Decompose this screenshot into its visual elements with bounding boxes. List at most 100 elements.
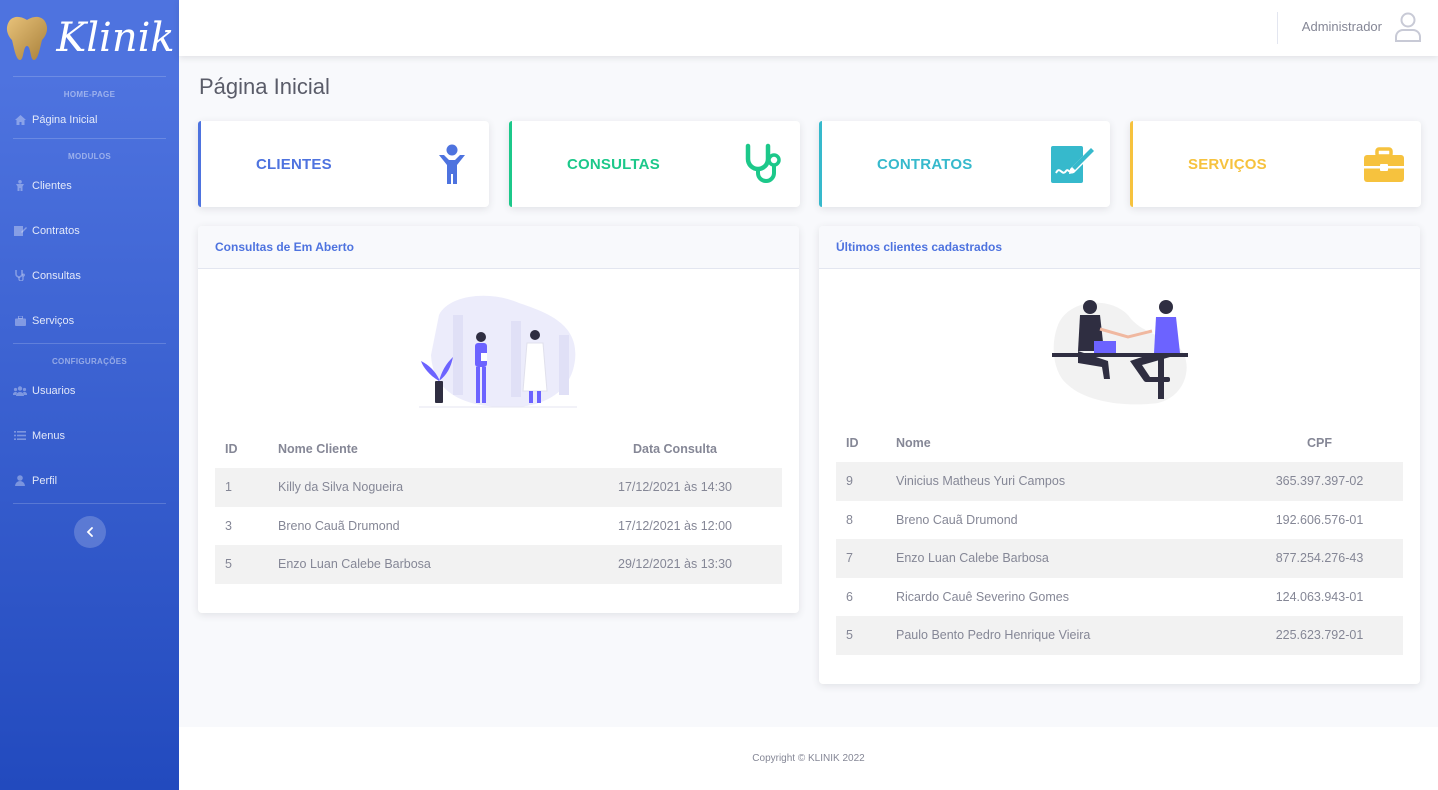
cell-id: 8 <box>846 512 853 527</box>
card-label: CLIENTES <box>256 156 332 173</box>
cell-name: Breno Cauã Drumond <box>896 512 1018 527</box>
card-label: SERVIÇOS <box>1188 156 1267 173</box>
cell-id: 5 <box>215 545 278 584</box>
sidebar-item-label: Usuarios <box>32 384 76 397</box>
cell-id: 7 <box>836 539 896 578</box>
sidebar-heading-modules: MODULOS <box>68 152 111 161</box>
sidebar-item-label: Perfil <box>32 474 58 487</box>
cell-id: 6 <box>846 589 853 604</box>
cell-id: 9 <box>836 462 896 501</box>
table-row[interactable]: 5 Paulo Bento Pedro Henrique Vieira 225.… <box>836 616 1403 655</box>
stethoscope-icon <box>13 270 27 281</box>
list-icon <box>13 431 27 440</box>
column-header-nome-cliente: Nome Cliente <box>278 442 358 456</box>
panel-consultas-em-aberto: Consultas de Em Aberto ID Nome Cliente D… <box>198 226 799 613</box>
cell-cpf: 877.254.276-43 <box>1236 539 1403 578</box>
card-clientes[interactable]: CLIENTES <box>198 121 489 207</box>
table-row[interactable]: 9 Vinicius Matheus Yuri Campos 365.397.3… <box>836 462 1403 501</box>
cell-id: 5 <box>836 616 896 655</box>
sidebar-divider <box>13 503 166 504</box>
card-consultas[interactable]: CONSULTAS <box>509 121 800 207</box>
table-row[interactable]: 8 Breno Cauã Drumond 192.606.576-01 <box>836 501 1403 540</box>
user-icon <box>13 475 27 486</box>
sidebar-item-menus[interactable]: Menus <box>0 413 179 458</box>
table-row[interactable]: 1 Killy da Silva Nogueira 17/12/2021 às … <box>215 468 782 507</box>
cell-name: Enzo Luan Calebe Barbosa <box>896 539 1236 578</box>
card-label: CONSULTAS <box>567 156 660 173</box>
table-header-row: ID Nome Cliente Data Consulta <box>215 430 782 468</box>
card-accent <box>198 121 201 207</box>
sidebar-item-label: Contratos <box>32 224 80 237</box>
child-icon <box>439 144 465 184</box>
column-header-cpf: CPF <box>1307 436 1332 450</box>
stethoscope-icon <box>745 143 781 183</box>
panel-title: Últimos clientes cadastrados <box>819 226 1420 269</box>
column-header-id: ID <box>225 442 238 456</box>
handshake-illustration <box>1052 300 1188 405</box>
table-header-row: ID Nome CPF <box>836 424 1403 462</box>
card-accent <box>1130 121 1133 207</box>
users-icon <box>13 385 27 396</box>
sidebar-item-label: Página Inicial <box>32 113 98 126</box>
sidebar-toggle-button[interactable] <box>73 516 106 548</box>
sidebar-item-label: Serviços <box>32 314 75 327</box>
card-contratos[interactable]: CONTRATOS <box>819 121 1110 207</box>
table-row[interactable]: 7 Enzo Luan Calebe Barbosa 877.254.276-4… <box>836 539 1403 578</box>
topbar-user-name[interactable]: Administrador <box>1302 19 1382 34</box>
cell-date: 17/12/2021 às 14:30 <box>568 468 782 507</box>
cell-name: Enzo Luan Calebe Barbosa <box>278 545 568 584</box>
cell-name: Paulo Bento Pedro Henrique Vieira <box>896 616 1236 655</box>
cell-cpf: 365.397.397-02 <box>1236 462 1403 501</box>
panel-ultimos-clientes: Últimos clientes cadastrados ID Nome CPF… <box>819 226 1420 684</box>
card-accent <box>819 121 822 207</box>
sidebar-item-pagina-inicial[interactable]: Página Inicial <box>0 101 179 138</box>
cell-cpf: 124.063.943-01 <box>1275 589 1364 604</box>
sidebar-item-consultas[interactable]: Consultas <box>0 253 179 298</box>
cell-name: Vinicius Matheus Yuri Campos <box>896 462 1236 501</box>
sidebar-item-label: Menus <box>32 429 66 442</box>
home-icon <box>13 114 27 125</box>
column-header-nome: Nome <box>896 436 931 450</box>
cell-id: 1 <box>215 468 278 507</box>
contract-signature-icon <box>1051 146 1095 183</box>
sidebar-item-perfil[interactable]: Perfil <box>0 458 179 503</box>
table-row[interactable]: 6 Ricardo Cauê Severino Gomes 124.063.94… <box>836 578 1403 617</box>
topbar-divider <box>1277 12 1278 44</box>
footer: Copyright © KLINIK 2022 <box>179 727 1438 790</box>
brand[interactable]: Klinik <box>0 0 179 76</box>
sidebar-item-contratos[interactable]: Contratos <box>0 208 179 253</box>
sidebar-item-label: Clientes <box>32 179 72 192</box>
page-title: Página Inicial <box>199 74 330 99</box>
sidebar-heading-home: HOME-PAGE <box>63 90 116 99</box>
chevron-left-icon <box>86 527 93 537</box>
briefcase-icon <box>1364 147 1404 182</box>
cell-id: 3 <box>225 518 232 533</box>
clientes-table: ID Nome CPF 9 Vinicius Matheus Yuri Camp… <box>836 424 1403 655</box>
panel-title: Consultas de Em Aberto <box>198 226 799 269</box>
table-row[interactable]: 5 Enzo Luan Calebe Barbosa 29/12/2021 às… <box>215 545 782 584</box>
topbar: Administrador <box>179 0 1438 56</box>
sidebar: Klinik HOME-PAGE Página Inicial MODULOS … <box>0 0 179 790</box>
sidebar-item-usuarios[interactable]: Usuarios <box>0 368 179 413</box>
brand-name: Klinik <box>56 15 175 61</box>
tooth-logo-icon <box>7 16 48 60</box>
column-header-id: ID <box>846 436 859 450</box>
sidebar-item-clientes[interactable]: Clientes <box>0 163 179 208</box>
cell-cpf: 192.606.576-01 <box>1275 512 1364 527</box>
card-accent <box>509 121 512 207</box>
sidebar-heading-config: CONFIGURAÇÕES <box>51 357 127 366</box>
cell-date: 17/12/2021 às 12:00 <box>618 518 732 533</box>
child-icon <box>13 180 27 191</box>
sidebar-item-label: Consultas <box>32 269 81 282</box>
user-avatar-icon[interactable] <box>1394 12 1422 42</box>
card-servicos[interactable]: SERVIÇOS <box>1130 121 1421 207</box>
briefcase-icon <box>13 315 27 326</box>
sidebar-item-servicos[interactable]: Serviços <box>0 298 179 343</box>
cell-name: Killy da Silva Nogueira <box>278 468 568 507</box>
card-label: CONTRATOS <box>877 156 973 173</box>
cell-name: Ricardo Cauê Severino Gomes <box>896 589 1069 604</box>
contract-icon <box>13 225 27 236</box>
consultas-table: ID Nome Cliente Data Consulta 1 Killy da… <box>215 430 782 584</box>
cell-date: 29/12/2021 às 13:30 <box>568 545 782 584</box>
table-row[interactable]: 3 Breno Cauã Drumond 17/12/2021 às 12:00 <box>215 507 782 546</box>
